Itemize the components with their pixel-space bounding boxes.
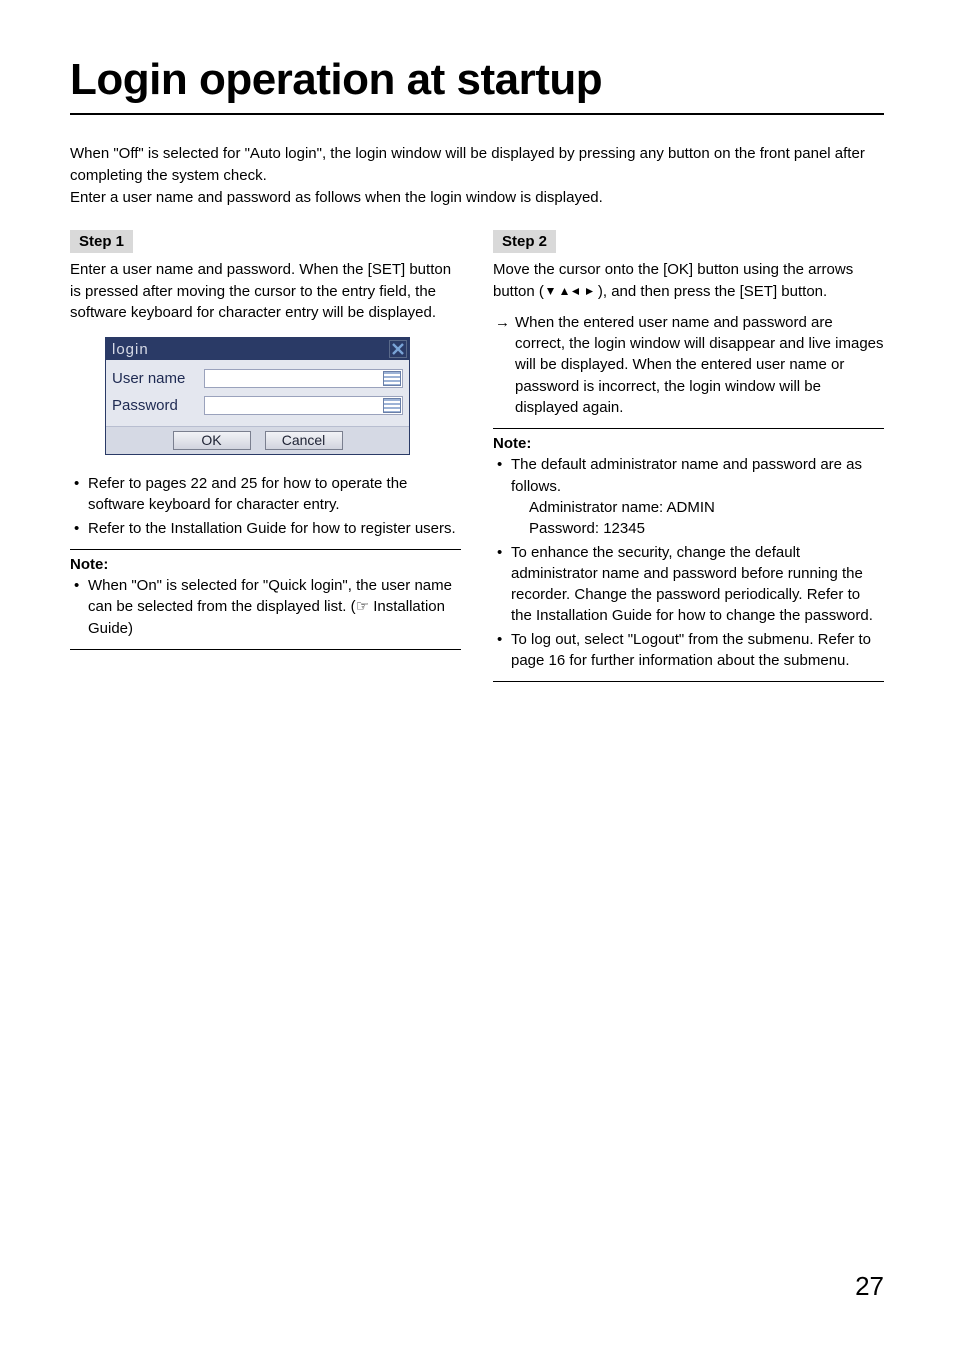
step2-text: Move the cursor onto the [OK] button usi… xyxy=(493,259,884,302)
step2-note-bullets: The default administrator name and passw… xyxy=(493,454,884,671)
two-column-layout: Step 1 Enter a user name and password. W… xyxy=(70,230,884,688)
step1-bullets: Refer to pages 22 and 25 for how to oper… xyxy=(70,473,461,539)
divider xyxy=(493,428,884,429)
intro-text: When "Off" is selected for "Auto login",… xyxy=(70,143,884,208)
keyboard-icon[interactable] xyxy=(383,398,401,413)
result-arrow-text: When the entered user name and password … xyxy=(493,312,884,418)
list-item: To enhance the security, change the defa… xyxy=(493,542,884,627)
password-label: Password xyxy=(112,397,204,414)
login-title: login xyxy=(112,341,149,358)
username-field[interactable] xyxy=(204,369,403,388)
left-column: Step 1 Enter a user name and password. W… xyxy=(70,230,461,688)
close-icon[interactable] xyxy=(389,340,407,358)
note-label: Note: xyxy=(70,556,461,573)
login-dialog-figure: login User name xyxy=(105,337,410,455)
step1-label: Step 1 xyxy=(70,230,133,253)
list-item: The default administrator name and passw… xyxy=(493,454,884,539)
keyboard-icon[interactable] xyxy=(383,371,401,386)
list-item: Refer to pages 22 and 25 for how to oper… xyxy=(70,473,461,516)
divider xyxy=(493,681,884,682)
login-body: User name Password xyxy=(106,360,409,426)
note-bullet-text: The default administrator name and passw… xyxy=(511,456,862,494)
arrow-buttons-icon xyxy=(544,283,598,300)
page-number: 27 xyxy=(855,1271,884,1302)
step2-text-b: ), and then press the [SET] button. xyxy=(598,283,827,300)
divider xyxy=(70,649,461,650)
username-label: User name xyxy=(112,370,204,387)
list-item: Refer to the Installation Guide for how … xyxy=(70,518,461,539)
step1-note-bullets: When "On" is selected for "Quick login",… xyxy=(70,575,461,639)
step2-label: Step 2 xyxy=(493,230,556,253)
admin-name-line: Administrator name: ADMIN xyxy=(511,497,884,518)
admin-pass-line: Password: 12345 xyxy=(511,518,884,539)
step1-text: Enter a user name and password. When the… xyxy=(70,259,461,323)
note-label: Note: xyxy=(493,435,884,452)
list-item: To log out, select "Logout" from the sub… xyxy=(493,629,884,672)
ok-button[interactable]: OK xyxy=(173,431,251,450)
list-item: When "On" is selected for "Quick login",… xyxy=(70,575,461,639)
right-column: Step 2 Move the cursor onto the [OK] but… xyxy=(493,230,884,688)
password-field[interactable] xyxy=(204,396,403,415)
login-titlebar: login xyxy=(106,338,409,360)
divider xyxy=(70,549,461,550)
page-title: Login operation at startup xyxy=(70,55,884,115)
cancel-button[interactable]: Cancel xyxy=(265,431,343,450)
login-footer: OK Cancel xyxy=(106,426,409,454)
